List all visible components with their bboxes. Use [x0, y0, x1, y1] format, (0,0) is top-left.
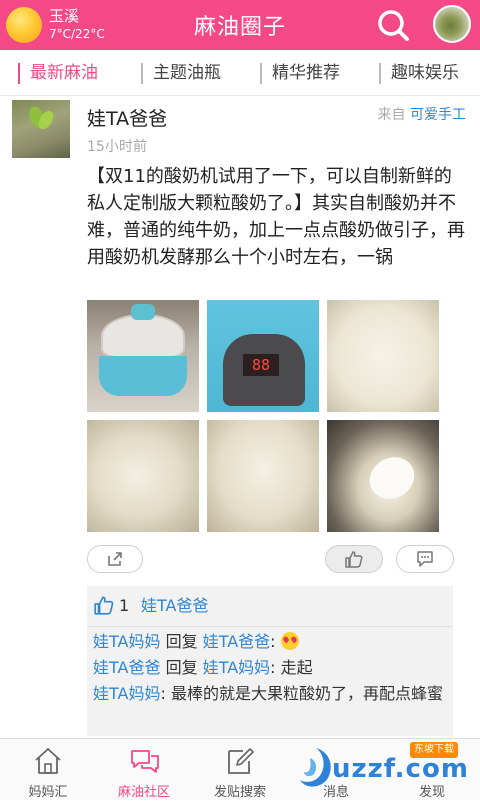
- comment-user[interactable]: 娃TA妈妈: [93, 632, 160, 651]
- thumbs-up-icon: [94, 596, 114, 615]
- comments-panel: 1 娃TA爸爸 娃TA妈妈 回复 娃TA爸爸: 娃TA爸爸 回复 娃TA妈妈: …: [87, 586, 453, 736]
- tab-topics[interactable]: 主题油瓶: [141, 50, 221, 96]
- share-icon: [108, 552, 122, 566]
- house-icon: [35, 748, 61, 774]
- author-avatar[interactable]: [12, 100, 70, 158]
- watermark-tag: 东坡下载: [410, 742, 458, 758]
- heart-eyes-emoji-icon: [280, 632, 299, 650]
- post-author[interactable]: 娃TA爸爸: [87, 104, 167, 131]
- like-button[interactable]: [325, 545, 383, 573]
- category-tabs: 最新麻油 主题油瓶 精华推荐 趣味娱乐: [0, 50, 480, 96]
- search-icon: [378, 10, 409, 41]
- comment-action: 回复: [165, 658, 198, 677]
- thumbs-up-icon: [345, 551, 363, 568]
- user-avatar[interactable]: [433, 5, 471, 43]
- comment-target[interactable]: 娃TA爸爸: [203, 632, 270, 651]
- divider: [87, 626, 453, 627]
- comment-user[interactable]: 娃TA爸爸: [93, 658, 160, 677]
- post-source-link[interactable]: 可爱手工: [410, 107, 466, 123]
- weather-temperature: 7°C/22°C: [49, 27, 105, 41]
- watermark-logo-icon: [300, 748, 331, 787]
- photo-yogurt-2[interactable]: [87, 420, 199, 532]
- photo-grid: 88: [87, 300, 441, 532]
- nav-label: 发贴搜索: [213, 785, 266, 800]
- app-header: 玉溪 7°C/22°C 麻油圈子: [0, 0, 480, 50]
- search-button[interactable]: [374, 6, 412, 44]
- post-source: 来自 可爱手工: [378, 104, 466, 124]
- photo-yogurt-1[interactable]: [327, 300, 439, 412]
- comment-target[interactable]: 娃TA妈妈: [203, 658, 270, 677]
- nav-post-search[interactable]: 发贴搜索: [192, 739, 288, 801]
- weather-city: 玉溪: [49, 7, 80, 25]
- nav-community[interactable]: 麻油社区: [96, 739, 192, 801]
- comment-icon: [417, 551, 433, 567]
- photo-yogurt-maker[interactable]: [87, 300, 199, 412]
- comment-item[interactable]: 娃TA妈妈: 最棒的就是大果粒酸奶了，再配点蜂蜜: [93, 682, 443, 706]
- post-time: 15小时前: [87, 139, 147, 155]
- post-content[interactable]: 【双11的酸奶机试用了一下，可以自制新鲜的私人定制版大颗粒酸奶了。】其实自制酸奶…: [87, 163, 465, 271]
- comment-text: : 最棒的就是大果粒酸奶了，再配点蜂蜜: [160, 684, 443, 703]
- post-source-prefix: 来自: [377, 107, 406, 123]
- photo-yogurt-spoon[interactable]: [327, 420, 439, 532]
- comment-item[interactable]: 娃TA妈妈 回复 娃TA爸爸:: [93, 630, 443, 654]
- site-watermark: uzzf.com 东坡下载: [292, 740, 480, 798]
- comment-text: : 走起: [270, 658, 313, 677]
- nav-label: 麻油社区: [117, 785, 170, 800]
- edit-icon: [228, 748, 254, 774]
- photo-control-panel[interactable]: 88: [207, 300, 319, 412]
- comment-text: :: [270, 632, 276, 651]
- sun-icon: [6, 7, 42, 43]
- like-users[interactable]: 娃TA爸爸: [141, 594, 208, 618]
- watermark-text: uzzf.com: [332, 754, 469, 784]
- tab-featured[interactable]: 精华推荐: [260, 50, 340, 96]
- comment-action: 回复: [165, 632, 198, 651]
- tab-latest[interactable]: 最新麻油: [18, 50, 98, 96]
- tab-entertainment[interactable]: 趣味娱乐: [379, 50, 459, 96]
- comment-item[interactable]: 娃TA爸爸 回复 娃TA妈妈: 走起: [93, 656, 443, 680]
- led-display: 88: [243, 354, 279, 376]
- share-button[interactable]: [87, 545, 143, 573]
- nav-label: 妈妈汇: [28, 785, 68, 800]
- weather-widget[interactable]: 玉溪 7°C/22°C: [6, 4, 116, 46]
- photo-yogurt-3[interactable]: [207, 420, 319, 532]
- nav-mama-hui[interactable]: 妈妈汇: [0, 739, 96, 801]
- comment-user[interactable]: 娃TA妈妈: [93, 684, 160, 703]
- comment-button[interactable]: [396, 545, 454, 573]
- chat-bubbles-icon: [131, 750, 159, 773]
- like-count: 1: [119, 596, 130, 615]
